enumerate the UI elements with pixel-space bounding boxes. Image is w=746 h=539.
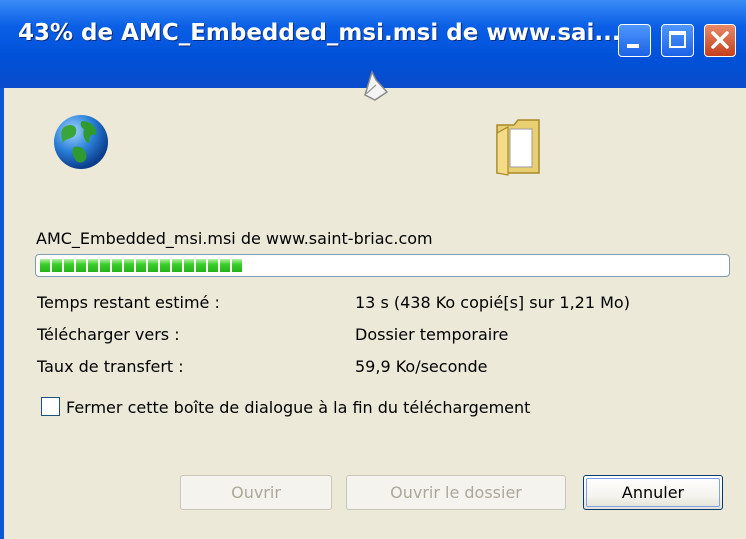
progress-block bbox=[148, 259, 158, 272]
progress-block bbox=[172, 259, 182, 272]
close-on-finish-checkbox[interactable] bbox=[41, 397, 60, 416]
progress-block bbox=[136, 259, 146, 272]
progress-fill bbox=[40, 259, 246, 272]
cancel-button[interactable]: Annuler bbox=[583, 475, 723, 510]
folder-icon bbox=[496, 119, 540, 176]
time-remaining-label: Temps restant estimé : bbox=[37, 293, 220, 312]
cancel-label: Annuler bbox=[621, 483, 685, 502]
close-button[interactable] bbox=[704, 24, 736, 57]
download-to-value: Dossier temporaire bbox=[355, 325, 509, 344]
progress-block bbox=[112, 259, 122, 272]
progress-block bbox=[124, 259, 134, 272]
globe-icon bbox=[54, 115, 108, 169]
paper-icon bbox=[364, 70, 389, 101]
download-to-label: Télécharger vers : bbox=[37, 325, 180, 344]
dialog-body bbox=[0, 88, 746, 539]
open-button[interactable]: Ouvrir bbox=[180, 475, 332, 510]
progress-block bbox=[184, 259, 194, 272]
time-remaining-value: 13 s (438 Ko copié[s] sur 1,21 Mo) bbox=[355, 293, 630, 312]
maximize-button[interactable] bbox=[661, 24, 694, 57]
progress-block bbox=[64, 259, 74, 272]
window-title: 43% de AMC_Embedded_msi.msi de www.sai..… bbox=[18, 20, 621, 46]
progress-block bbox=[40, 259, 50, 272]
open-folder-button[interactable]: Ouvrir le dossier bbox=[346, 475, 566, 510]
progress-block bbox=[196, 259, 206, 272]
progress-block bbox=[208, 259, 218, 272]
transfer-rate-label: Taux de transfert : bbox=[37, 357, 184, 376]
download-progress-bar bbox=[35, 254, 730, 277]
progress-block bbox=[100, 259, 110, 272]
progress-block bbox=[52, 259, 62, 272]
minimize-icon bbox=[627, 44, 639, 48]
progress-block bbox=[220, 259, 230, 272]
progress-block bbox=[88, 259, 98, 272]
download-source: AMC_Embedded_msi.msi de www.saint-briac.… bbox=[36, 229, 433, 248]
progress-block bbox=[232, 259, 242, 272]
minimize-button[interactable] bbox=[618, 24, 651, 57]
window-border bbox=[0, 88, 4, 539]
maximize-icon bbox=[669, 31, 686, 48]
progress-block bbox=[76, 259, 86, 272]
progress-block bbox=[160, 259, 170, 272]
close-on-finish-label[interactable]: Fermer cette boîte de dialogue à la fin … bbox=[66, 398, 530, 417]
download-dialog: 43% de AMC_Embedded_msi.msi de www.sai..… bbox=[0, 0, 746, 539]
transfer-rate-value: 59,9 Ko/seconde bbox=[355, 357, 488, 376]
close-icon bbox=[711, 31, 729, 49]
